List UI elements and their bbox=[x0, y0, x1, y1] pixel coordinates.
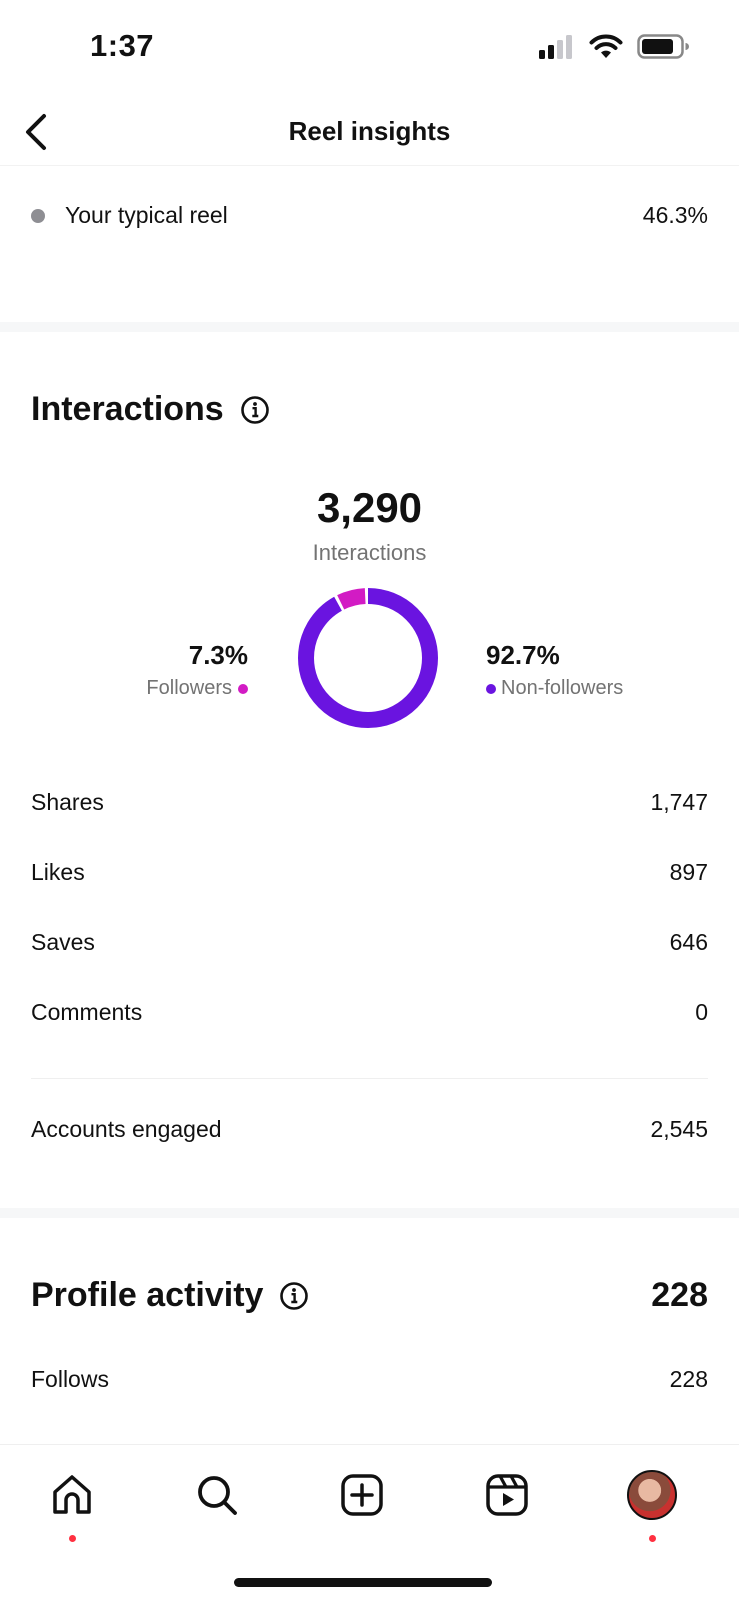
page-title: Reel insights bbox=[288, 116, 451, 146]
metric-row-shares: Shares 1,747 bbox=[31, 789, 708, 816]
nonfollowers-percent: 92.7% bbox=[486, 640, 560, 670]
metric-row-saves: Saves 646 bbox=[31, 929, 708, 956]
accounts-engaged-row: Accounts engaged 2,545 bbox=[31, 1116, 708, 1143]
interactions-title-group: Interactions bbox=[31, 390, 270, 429]
bottom-tab-bar bbox=[0, 1444, 739, 1600]
tab-profile[interactable] bbox=[624, 1467, 680, 1523]
interactions-donut-chart bbox=[298, 588, 438, 728]
profile-activity-total: 228 bbox=[651, 1276, 708, 1314]
accounts-engaged-label: Accounts engaged bbox=[31, 1116, 222, 1142]
cellular-signal-icon bbox=[539, 34, 572, 59]
info-icon[interactable] bbox=[279, 1281, 309, 1311]
section-divider bbox=[0, 322, 739, 332]
tab-create[interactable] bbox=[334, 1467, 390, 1523]
interactions-total: 3,290 bbox=[316, 484, 423, 531]
tab-home[interactable] bbox=[44, 1467, 100, 1523]
row-divider bbox=[31, 1078, 708, 1079]
status-icons bbox=[539, 34, 689, 59]
profile-activity-title-group: Profile activity bbox=[31, 1276, 309, 1315]
metric-value: 646 bbox=[669, 929, 708, 955]
followers-stat: 7.3% Followers bbox=[146, 640, 248, 700]
donut-nonfollowers-arc bbox=[298, 588, 438, 728]
metric-value: 1,747 bbox=[650, 789, 708, 815]
followers-percent: 7.3% bbox=[188, 640, 248, 670]
home-notification-dot bbox=[69, 1535, 76, 1542]
info-icon[interactable] bbox=[240, 395, 270, 425]
followers-legend-dot bbox=[238, 683, 248, 694]
nonfollowers-legend: Non-followers bbox=[486, 677, 623, 700]
metric-label: Saves bbox=[31, 929, 95, 955]
followers-legend: Followers bbox=[146, 677, 248, 700]
metric-label: Comments bbox=[31, 999, 143, 1025]
typical-reel-row: Your typical reel 46.3% bbox=[31, 202, 708, 229]
search-icon bbox=[198, 1476, 237, 1515]
battery-icon bbox=[637, 34, 689, 59]
nonfollowers-label: Non-followers bbox=[501, 677, 624, 699]
profile-activity-title: Profile activity bbox=[31, 1276, 264, 1314]
tab-reels[interactable] bbox=[479, 1467, 535, 1523]
typical-reel-label: Your typical reel bbox=[65, 202, 228, 228]
wifi-icon bbox=[589, 34, 623, 58]
interactions-title: Interactions bbox=[31, 390, 224, 428]
metric-value: 0 bbox=[695, 999, 708, 1025]
status-bar: 1:37 bbox=[0, 0, 739, 100]
metric-value: 897 bbox=[669, 859, 708, 885]
avatar bbox=[627, 1470, 677, 1520]
profile-notification-dot bbox=[649, 1535, 656, 1542]
metric-row-follows: Follows 228 bbox=[31, 1366, 708, 1393]
interactions-total-label: Interactions bbox=[312, 540, 427, 565]
followers-label: Followers bbox=[146, 677, 232, 699]
metric-label: Follows bbox=[31, 1366, 109, 1392]
home-indicator bbox=[234, 1578, 492, 1587]
home-icon bbox=[53, 1475, 91, 1514]
metric-label: Likes bbox=[31, 859, 85, 885]
status-time: 1:37 bbox=[90, 28, 155, 63]
reels-icon bbox=[486, 1474, 528, 1516]
typical-reel-legend-dot bbox=[31, 208, 45, 223]
metric-row-likes: Likes 897 bbox=[31, 859, 708, 886]
metric-label: Shares bbox=[31, 789, 104, 815]
accounts-engaged-value: 2,545 bbox=[650, 1116, 708, 1142]
nonfollowers-legend-dot bbox=[486, 683, 496, 694]
metric-value: 228 bbox=[669, 1366, 708, 1392]
typical-reel-value: 46.3% bbox=[642, 202, 708, 228]
metric-row-comments: Comments 0 bbox=[31, 999, 708, 1026]
create-icon bbox=[341, 1474, 383, 1516]
tab-search[interactable] bbox=[189, 1467, 245, 1523]
section-divider bbox=[0, 1208, 739, 1218]
nav-header: Reel insights bbox=[0, 100, 739, 166]
typical-reel-label-group: Your typical reel bbox=[31, 202, 228, 229]
nonfollowers-stat: 92.7% Non-followers bbox=[486, 640, 623, 700]
